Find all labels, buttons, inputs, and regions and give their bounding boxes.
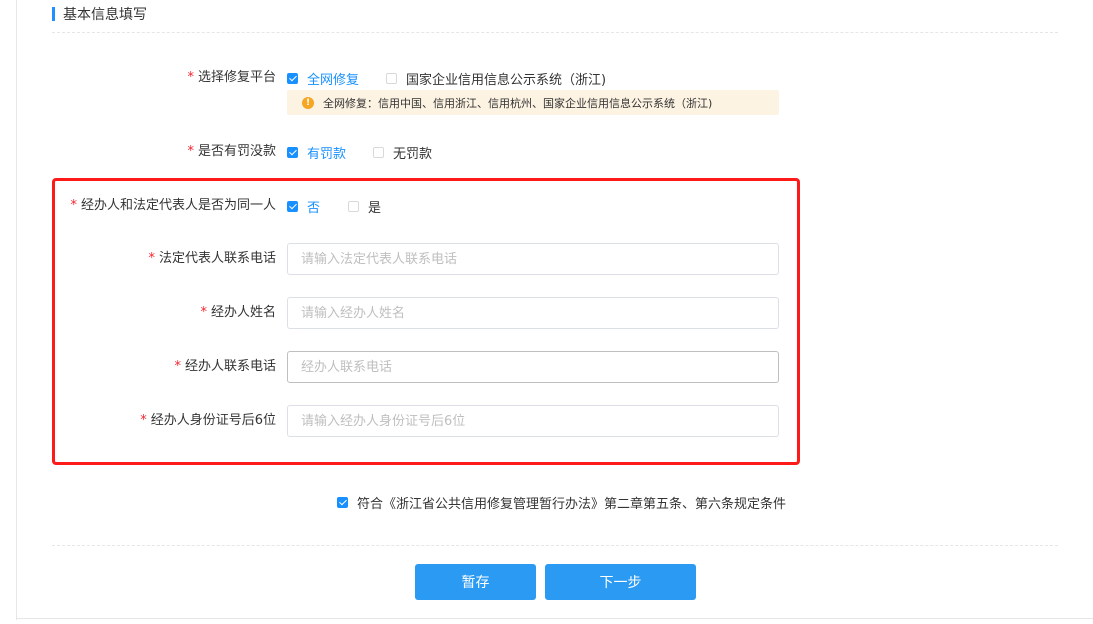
agent-phone-label: * 经办人联系电话 (174, 359, 276, 374)
agreement-label: 符合《浙江省公共信用修复管理暂行办法》第二章第五条、第六条规定条件 (357, 496, 787, 512)
required-mark: * (70, 198, 77, 213)
save-draft-button[interactable]: 暂存 (415, 564, 536, 600)
option-label: 国家企业信用信息公示系统（浙江) (406, 72, 607, 88)
required-mark: * (148, 251, 155, 266)
panel-bottom-border (16, 618, 1093, 619)
section-title: 基本信息填写 (63, 7, 147, 23)
option-label: 无罚款 (393, 146, 433, 162)
checkbox-checked-icon[interactable] (337, 496, 348, 508)
legal-rep-phone-input[interactable] (287, 243, 779, 275)
checkbox-checked-icon[interactable] (287, 200, 298, 212)
option-label: 否 (307, 200, 321, 216)
required-mark: * (187, 70, 194, 85)
section-header: 基本信息填写 (52, 4, 147, 24)
agreement-checkbox[interactable]: 符合《浙江省公共信用修复管理暂行办法》第二章第五条、第六条规定条件 (337, 494, 787, 512)
same-person-label: * 经办人和法定代表人是否为同一人 (70, 198, 276, 213)
platform-option-full-network[interactable]: 全网修复 (287, 70, 360, 88)
required-mark: * (174, 359, 181, 374)
option-label: 有罚款 (307, 146, 347, 162)
warning-icon: ! (302, 96, 314, 109)
section-accent-bar (52, 7, 55, 21)
checkbox-checked-icon[interactable] (287, 146, 298, 158)
penalty-option-no[interactable]: 无罚款 (373, 144, 433, 162)
penalty-option-yes[interactable]: 有罚款 (287, 144, 347, 162)
platform-option-national-system[interactable]: 国家企业信用信息公示系统（浙江) (386, 70, 607, 88)
agent-id-suffix-label: * 经办人身份证号后6位 (140, 413, 276, 428)
platform-label: * 选择修复平台 (187, 70, 276, 85)
notice-text: 全网修复：信用中国、信用浙江、信用杭州、国家企业信用信息公示系统（浙江) (323, 96, 713, 110)
next-step-button[interactable]: 下一步 (545, 564, 696, 600)
platform-notice: ! 全网修复：信用中国、信用浙江、信用杭州、国家企业信用信息公示系统（浙江) (287, 90, 779, 115)
footer-divider (52, 545, 1058, 546)
option-label: 是 (368, 200, 382, 216)
required-mark: * (200, 305, 207, 320)
agent-name-label: * 经办人姓名 (200, 305, 276, 320)
required-mark: * (140, 413, 147, 428)
panel-left-border (16, 0, 17, 620)
legal-rep-phone-label: * 法定代表人联系电话 (148, 251, 276, 266)
checkbox-unchecked-icon[interactable] (373, 146, 384, 158)
section-divider (52, 32, 1058, 33)
penalty-label: * 是否有罚没款 (187, 144, 276, 159)
same-person-option-no[interactable]: 否 (287, 198, 321, 216)
required-mark: * (187, 144, 194, 159)
checkbox-unchecked-icon[interactable] (386, 72, 397, 84)
option-label: 全网修复 (307, 72, 360, 88)
agent-phone-input[interactable] (287, 351, 779, 383)
agent-id-suffix-input[interactable] (287, 405, 779, 437)
agent-name-input[interactable] (287, 297, 779, 329)
checkbox-checked-icon[interactable] (287, 72, 298, 84)
same-person-option-yes[interactable]: 是 (348, 198, 382, 216)
checkbox-unchecked-icon[interactable] (348, 200, 359, 212)
